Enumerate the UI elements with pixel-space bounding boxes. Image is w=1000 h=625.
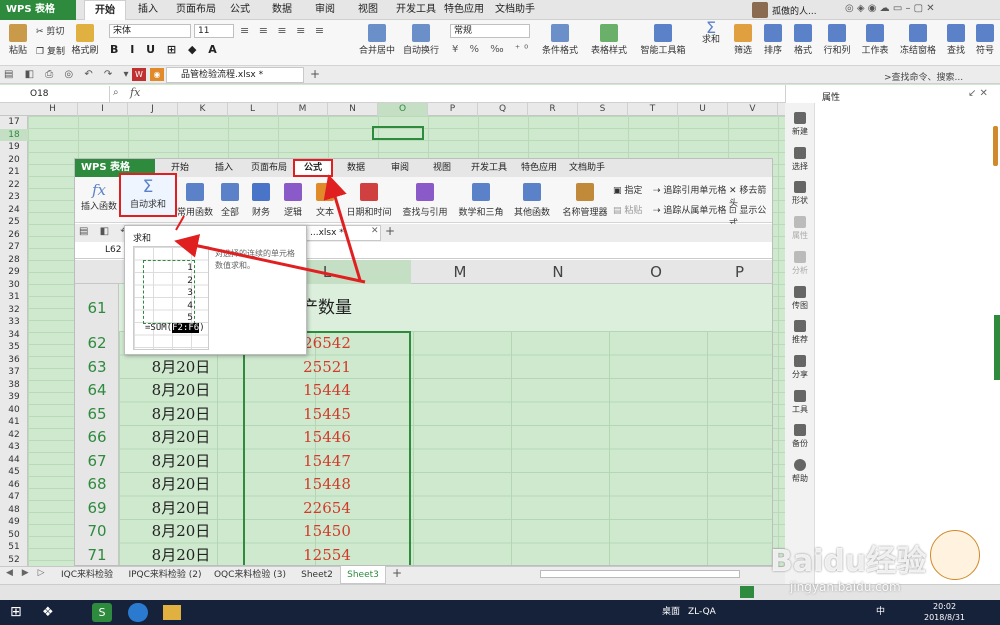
arrow-to-formula-tab — [323, 174, 362, 281]
taskbar-ime[interactable]: 中 — [876, 600, 885, 625]
task-view-icon[interactable]: ❖ — [42, 600, 54, 625]
arrow-to-autosum — [174, 234, 366, 284]
baidu-watermark-url: jingyan.baidu.com — [790, 580, 901, 594]
annotation-arrows — [174, 174, 366, 284]
add-sheet-icon[interactable]: + — [392, 566, 402, 580]
mascot-icon — [930, 530, 980, 580]
sheet-tab-sheet3[interactable]: Sheet3 — [340, 566, 386, 584]
taskbar-zl-qa[interactable]: ZL-QA — [688, 600, 716, 625]
sheet-nav-icons[interactable]: ◀ ▶ ▷ — [6, 568, 48, 578]
sheet-tab-oqc[interactable]: OQC来料检验 (3) — [210, 566, 290, 584]
browser-taskbar-icon[interactable] — [128, 603, 148, 622]
sheet-tab-iqc[interactable]: IQC来料检验 — [54, 566, 120, 584]
start-icon[interactable]: ⊞ — [10, 600, 22, 625]
baidu-watermark: Baidu经验 — [770, 544, 927, 579]
windows-taskbar — [0, 600, 1000, 625]
sheet-tab-sheet2[interactable]: Sheet2 — [296, 566, 338, 584]
normal-view-icon[interactable] — [740, 586, 754, 598]
wps-taskbar-icon[interactable]: S — [92, 603, 112, 622]
taskbar-clock[interactable]: 20:02 2018/8/31 — [924, 601, 965, 623]
folder-taskbar-icon[interactable] — [163, 605, 181, 620]
horizontal-scrollbar[interactable] — [540, 570, 740, 578]
sheet-tab-ipqc[interactable]: IPQC来料检验 (2) — [126, 566, 204, 584]
arrow-tail — [175, 215, 185, 231]
taskbar-desktop[interactable]: 桌面 — [662, 600, 680, 625]
